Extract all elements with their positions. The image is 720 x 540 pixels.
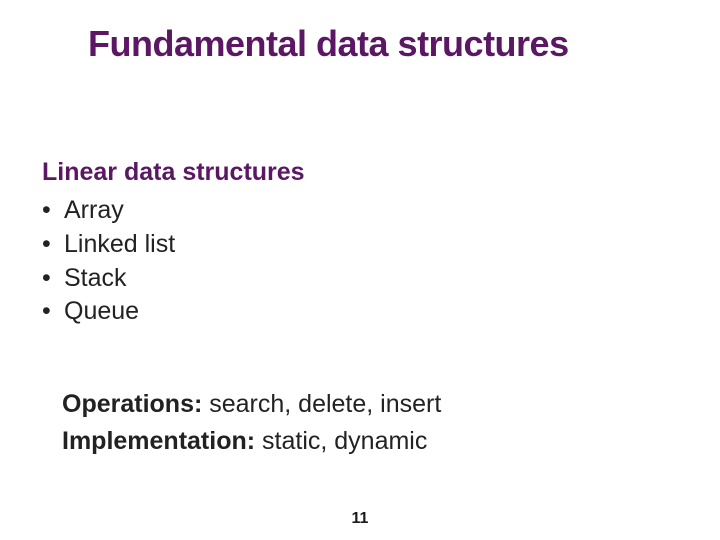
page-number: 11 bbox=[0, 510, 720, 528]
bullet-icon: • bbox=[42, 295, 64, 329]
bullet-icon: • bbox=[42, 228, 64, 262]
list-item-text: Stack bbox=[64, 264, 127, 292]
list-item: •Array bbox=[42, 194, 175, 228]
implementation-line: Implementation: static, dynamic bbox=[62, 425, 427, 459]
list-item-text: Array bbox=[64, 196, 124, 224]
list-item: •Stack bbox=[42, 262, 175, 296]
list-item-text: Queue bbox=[64, 297, 139, 325]
list-item-text: Linked list bbox=[64, 230, 175, 258]
operations-text: search, delete, insert bbox=[202, 390, 441, 418]
bullet-icon: • bbox=[42, 262, 64, 296]
slide: Fundamental data structures Linear data … bbox=[0, 0, 720, 540]
slide-title: Fundamental data structures bbox=[88, 24, 690, 64]
section-heading: Linear data structures bbox=[42, 158, 305, 187]
list-item: •Queue bbox=[42, 295, 175, 329]
operations-line: Operations: search, delete, insert bbox=[62, 388, 441, 422]
implementation-text: static, dynamic bbox=[255, 427, 427, 455]
bullet-icon: • bbox=[42, 194, 64, 228]
operations-label: Operations: bbox=[62, 390, 202, 418]
bullet-list: •Array •Linked list •Stack •Queue bbox=[42, 194, 175, 329]
implementation-label: Implementation: bbox=[62, 427, 255, 455]
list-item: •Linked list bbox=[42, 228, 175, 262]
